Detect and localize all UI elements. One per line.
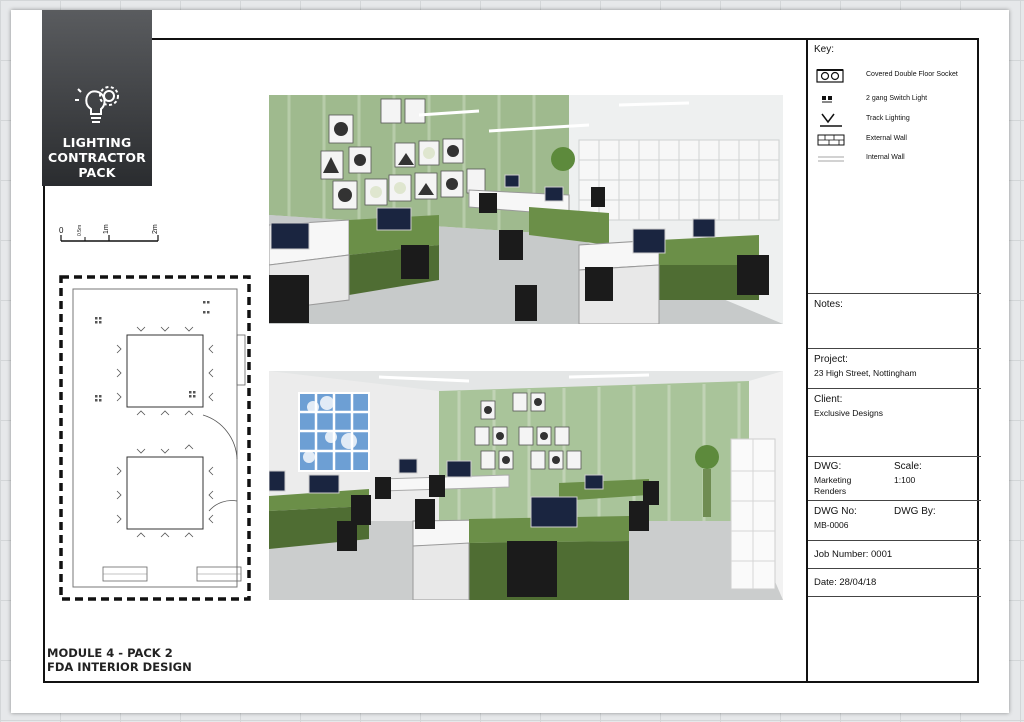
client-section: Client: Exclusive Designs [808,388,981,457]
key-label-external-wall: External Wall [866,135,907,142]
client-label: Client: [814,394,843,405]
dwg-no-value: MB-0006 [814,520,849,530]
notes-label: Notes: [814,299,843,310]
project-value: 23 High Street, Nottingham [814,368,917,378]
dwg-value-line-1: Marketing [814,475,852,485]
key-item-track-lighting: Track Lighting [814,112,974,128]
project-label: Project: [814,354,848,365]
title-block: Key: Covered Double Floor Socket 2 gang … [806,38,981,683]
logo-line-3: PACK [78,165,116,180]
date-section: Date: 28/04/18 [808,568,981,597]
dwg-by-label: DWG By: [894,506,936,517]
scale-label-2m: 2m [152,224,159,234]
key-item-switch-light: 2 gang Switch Light [814,92,974,108]
lightbulb-gear-icon [75,86,119,123]
internal-wall-icon [818,156,844,162]
external-wall-icon [817,134,845,146]
logo-line-2: CONTRACTOR [47,150,147,165]
scale-label-1m: 1m [103,224,110,234]
key-item-internal-wall: Internal Wall [814,151,974,167]
dwg-value-line-2: Renders [814,486,847,496]
title-block-divider [808,596,981,597]
key-label-switch-light: 2 gang Switch Light [866,95,928,102]
module-footer: MODULE 4 - PACK 2 FDA INTERIOR DESIGN [47,646,192,674]
dwg-section: DWG: Marketing Renders Scale: 1:100 [808,456,981,501]
scale-value: 1:100 [894,475,916,485]
office-render-view-2 [269,371,783,600]
job-number: Job Number: 0001 [814,549,893,560]
footer-line-2: FDA INTERIOR DESIGN [47,660,192,674]
office-render-view-1 [269,95,783,324]
track-lighting-icon [820,113,842,127]
date: Date: 28/04/18 [814,577,877,588]
dwg-number-section: DWG No: MB-0006 DWG By: [808,500,981,541]
double-floor-socket-icon [816,69,844,83]
key-label-floor-socket: Covered Double Floor Socket [866,71,958,78]
notes-section: Notes: [808,293,981,349]
scale-label-0: 0 [59,226,64,235]
dwg-label: DWG: [814,461,842,472]
key-label-internal-wall: Internal Wall [866,154,905,161]
key-item-floor-socket: Covered Double Floor Socket [814,68,974,84]
footer-line-1: MODULE 4 - PACK 2 [47,646,173,660]
job-number-section: Job Number: 0001 [808,540,981,569]
lighting-contractor-pack-logo: LIGHTING CONTRACTOR PACK [42,10,152,186]
client-value: Exclusive Designs [814,408,883,418]
scale-label: Scale: [894,461,922,472]
key-label-track-lighting: Track Lighting [866,115,910,122]
scale-label-half: 0.5m [77,224,83,236]
key-title: Key: [814,44,835,55]
project-section: Project: 23 High Street, Nottingham [808,348,981,389]
dwg-no-label: DWG No: [814,506,857,517]
scale-bar: 0 0.5m 1m 2m [55,222,170,248]
floor-plan [59,275,251,601]
key-item-external-wall: External Wall [814,132,974,148]
switch-light-icon [822,96,832,103]
logo-line-1: LIGHTING [62,135,132,150]
